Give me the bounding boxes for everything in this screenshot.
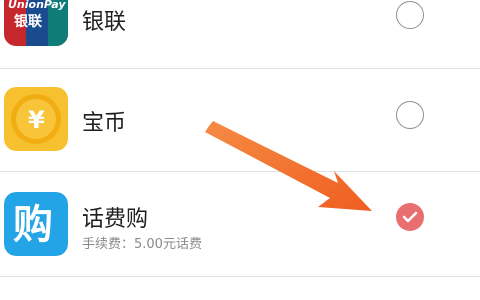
payment-option-label: 宝币 <box>82 111 127 136</box>
radio-selected[interactable] <box>396 203 424 231</box>
radio-unselected[interactable] <box>396 101 424 129</box>
unionpay-logo: UnionPay 银联 <box>4 0 68 46</box>
checkmark-icon <box>402 211 418 223</box>
unionpay-logo-subtext: 银联 <box>14 13 43 30</box>
radio-unselected[interactable] <box>396 1 424 29</box>
unionpay-logo-text: UnionPay <box>8 0 66 11</box>
coin-icon: ¥ <box>4 87 68 151</box>
payment-option-baobi[interactable]: ¥ 宝币 <box>0 69 480 171</box>
payment-method-list: UnionPay 银联 银联 ¥ 宝币 购 话费购 手续费：5.00元话费 <box>0 0 480 300</box>
phone-bill-icon: 购 <box>4 192 68 256</box>
payment-option-phone-bill[interactable]: 购 话费购 手续费：5.00元话费 <box>0 172 480 276</box>
payment-option-label: 银联 <box>82 10 127 35</box>
phone-bill-icon-glyph: 购 <box>13 202 53 248</box>
payment-option-partial <box>0 277 480 300</box>
coin-symbol: ¥ <box>28 106 45 134</box>
payment-option-unionpay[interactable]: UnionPay 银联 银联 <box>0 0 480 66</box>
payment-option-label: 话费购 <box>82 207 149 232</box>
service-fee-text: 手续费：5.00元话费 <box>82 237 202 252</box>
